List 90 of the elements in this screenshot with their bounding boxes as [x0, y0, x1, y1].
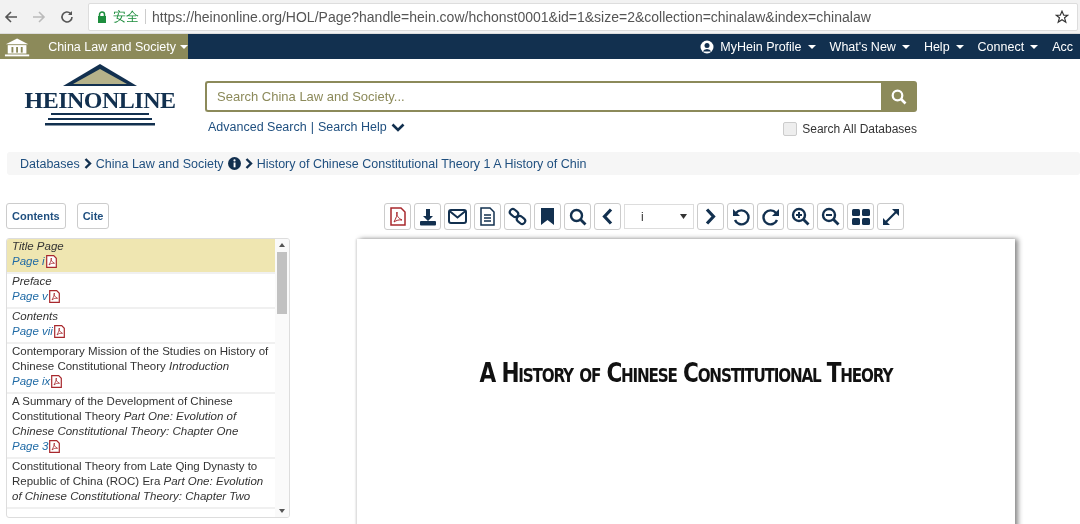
download-icon [418, 207, 437, 226]
reload-icon[interactable] [60, 9, 74, 24]
chevron-down-icon[interactable] [390, 122, 405, 132]
toc-entry[interactable]: Preface Page v [7, 274, 275, 309]
checkbox-label: Search All Databases [802, 122, 917, 136]
dropdown-arrow-icon [680, 214, 687, 219]
pdf-icon[interactable] [53, 325, 65, 338]
page-link[interactable]: Page v [12, 289, 48, 304]
prev-button[interactable] [594, 203, 621, 230]
breadcrumb-link[interactable]: China Law and Society [95, 156, 224, 171]
email-button[interactable] [444, 203, 471, 230]
pdf-button[interactable] [384, 203, 411, 230]
temple-steps-icon [45, 113, 155, 127]
side-tab-button[interactable]: Contents [6, 203, 66, 229]
zoom-in-button[interactable] [787, 203, 814, 230]
pdf-icon[interactable] [49, 440, 61, 453]
building-icon[interactable] [4, 36, 31, 57]
chevron-right-icon [705, 208, 716, 225]
lock-icon [97, 10, 107, 23]
rotate-right-button[interactable] [757, 203, 784, 230]
search-button[interactable] [564, 203, 591, 230]
grid-icon [851, 208, 870, 225]
toc-entry-title: Title Page [12, 239, 65, 254]
advanced-search-link[interactable]: Advanced Search [208, 120, 307, 134]
security-label: 安全 [113, 7, 139, 26]
breadcrumb-link[interactable]: Databases [20, 156, 80, 171]
zoom-out-button[interactable] [817, 203, 844, 230]
side-tab-button[interactable]: Cite [76, 203, 110, 229]
search-help-link[interactable]: Search Help [317, 120, 387, 134]
page-link[interactable]: Page 3 [12, 439, 49, 454]
temple-roof-icon [61, 63, 139, 87]
scroll-down-arrow-icon[interactable] [278, 508, 286, 514]
collection-dropdown[interactable]: China Law and Society [48, 39, 188, 54]
rotate-right-icon [761, 207, 780, 226]
bookmark-button[interactable] [534, 203, 561, 230]
next-button[interactable] [697, 203, 724, 230]
toc-entry-title: Contemporary Mission of the Studies on History of Chinese Constitutional Theory Introduction [12, 344, 270, 374]
url-text: https://heinonline.org/HOL/Page?handle=hein.cow/hchonst0001&id=1&size=2&collection=chinalaw&index=chinalaw [152, 8, 872, 25]
scrollbar[interactable] [275, 239, 289, 517]
heinonline-logo[interactable]: HEINONLINE [0, 59, 200, 152]
pdf-icon [389, 207, 406, 226]
bookmark-icon [541, 208, 554, 225]
zoom-in-icon [791, 207, 810, 226]
rotate-left-button[interactable] [727, 203, 754, 230]
address-bar[interactable]: 安全 https://heinonline.org/HOL/Page?handle=hein.cow/hchonst0001&id=1&size=2&collection=chinalaw&index=chinalaw [88, 2, 1078, 31]
search-icon [568, 207, 587, 226]
link-separator: | [310, 120, 314, 134]
rotate-left-icon [731, 207, 750, 226]
envelope-icon [448, 209, 467, 224]
document-button[interactable] [474, 203, 501, 230]
page-link[interactable]: Page vii [12, 324, 53, 339]
chevron-left-icon [602, 208, 613, 225]
page-select[interactable]: i [624, 204, 694, 229]
info-icon[interactable] [227, 157, 241, 170]
checkbox[interactable] [783, 122, 798, 136]
pdf-icon[interactable] [48, 290, 60, 303]
toc-entry[interactable]: Title Page Page i [7, 239, 275, 274]
search-icon [891, 88, 907, 105]
link-button[interactable] [504, 203, 531, 230]
search-field[interactable]: Search China Law and Society... [205, 81, 881, 112]
user-icon [700, 39, 715, 54]
breadcrumb-link[interactable]: History of Chinese Constitutional Theory 1 A History of Chin [256, 156, 587, 171]
expand-icon [881, 207, 900, 226]
grid-button[interactable] [847, 203, 874, 230]
toc-entry-title: A Summary of the Development of Chinese Constitutional Theory Part One: Evolution of Chinese Constitutional Theory: Chapter One [12, 394, 240, 439]
toc-entry-title: Constitutional Theory from Late Qing Dynasty to Republic of China (ROC) Era Part One: Evolution of Chinese Constitutional Theory: Chapter Two [12, 459, 265, 504]
page-link[interactable]: Page ix [12, 374, 51, 389]
link-icon [508, 207, 527, 226]
nav-menu-item[interactable]: Help [916, 34, 971, 59]
toc-entry-title: Preface [12, 274, 53, 289]
nav-menu-item[interactable]: Acc [1045, 34, 1080, 59]
nav-menu-item[interactable]: What's New [822, 34, 917, 59]
toc-entry[interactable]: Contents Page vii [7, 309, 275, 344]
zoom-out-icon [821, 207, 840, 226]
scroll-up-arrow-icon[interactable] [278, 242, 286, 248]
download-button[interactable] [414, 203, 441, 230]
page-link[interactable]: Page i [12, 254, 45, 269]
pdf-icon[interactable] [45, 255, 57, 268]
star-icon[interactable] [1055, 9, 1069, 24]
nav-menu-item[interactable]: Connect [970, 34, 1046, 59]
toc-entry-title: Contents [12, 309, 60, 324]
pdf-icon[interactable] [51, 375, 63, 388]
chevron-right-icon [83, 158, 92, 169]
nav-menu-item[interactable]: MyHein Profile [693, 34, 823, 59]
expand-button[interactable] [877, 203, 904, 230]
document-title: A History of Chinese Constitutional Theory [479, 357, 893, 389]
back-icon[interactable] [4, 9, 18, 24]
document-icon [480, 207, 495, 226]
scrollbar-thumb[interactable] [277, 252, 287, 314]
chevron-right-icon [244, 158, 253, 169]
